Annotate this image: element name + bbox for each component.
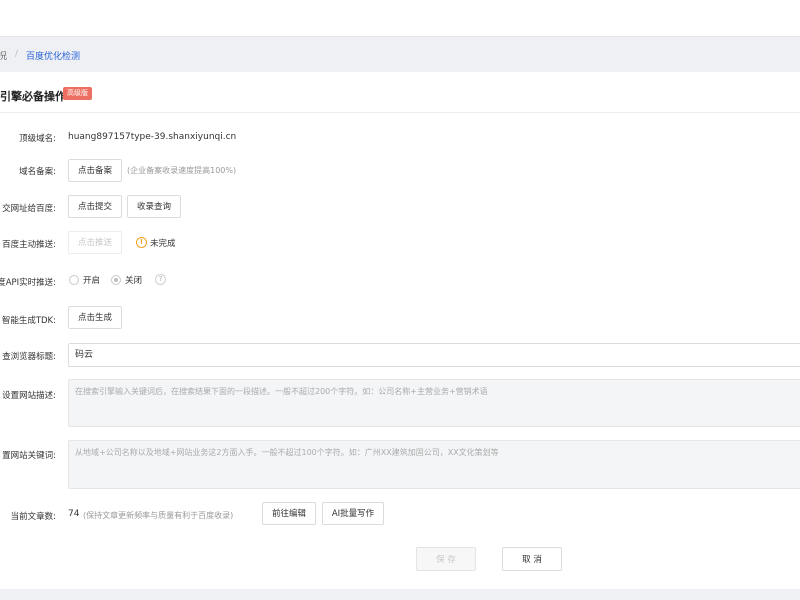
domain-label: 顶级域名: (19, 134, 56, 144)
question-icon[interactable]: ? (155, 274, 166, 285)
site-description-label: 设置网站描述: (2, 391, 56, 401)
push-label: 百度主动推送: (2, 240, 56, 250)
breadcrumb-current: 百度优化检测 (26, 52, 81, 62)
browser-title-label: 查浏览器标题: (2, 352, 56, 362)
push-button[interactable]: 点击推送 (68, 231, 122, 254)
article-count-label: 当前文章数: (10, 512, 56, 522)
filing-label: 域名备案: (19, 167, 56, 177)
article-count-hint: (保持文章更新频率与质量有利于百度收录) (83, 511, 234, 520)
push-status: 未完成 (150, 239, 176, 249)
domain-value: huang897157type-39.shanxiyunqi.cn (68, 132, 237, 142)
site-description-textarea[interactable]: 在搜索引擎输入关键词后，在搜索结果下面的一段描述。一般不超过200个字符。如：公… (68, 379, 800, 427)
site-keywords-textarea[interactable]: 从地域+公司名称以及地域+网站业务这2方面入手。一般不超过100个字符。如：广州… (68, 440, 800, 489)
site-keywords-label: 置网站关键词: (2, 451, 56, 461)
section-title: 引擎必备操作 (0, 90, 66, 103)
api-push-label: 度API实时推送: (0, 278, 56, 288)
breadcrumb-separator: / (15, 49, 19, 59)
filing-button[interactable]: 点击备案 (68, 159, 122, 182)
radio-on-label[interactable]: 开启 (83, 274, 100, 286)
index-query-button[interactable]: 收录查询 (127, 195, 181, 218)
ai-batch-write-button[interactable]: AI批量写作 (322, 502, 384, 525)
version-badge: 高级版 (63, 87, 92, 100)
cancel-button[interactable]: 取 消 (502, 547, 562, 571)
radio-off-label[interactable]: 关闭 (125, 274, 142, 286)
submit-label: 交网址给百度: (2, 204, 56, 214)
radio-off[interactable] (111, 275, 121, 285)
breadcrumb (0, 37, 800, 72)
filing-hint: (企业备案收录速度提高100%) (127, 166, 237, 175)
top-bar (0, 0, 800, 37)
breadcrumb-prev[interactable]: 况 (0, 49, 7, 62)
save-button[interactable]: 保 存 (416, 547, 476, 571)
go-edit-button[interactable]: 前往编辑 (262, 502, 316, 525)
tdk-label: 智能生成TDK: (1, 316, 56, 326)
generate-tdk-button[interactable]: 点击生成 (68, 306, 122, 329)
warning-icon: ! (136, 237, 147, 248)
section-divider (0, 112, 800, 113)
radio-on[interactable] (69, 275, 79, 285)
submit-button[interactable]: 点击提交 (68, 195, 122, 218)
bottom-bar (0, 589, 800, 600)
article-count-value: 74 (68, 509, 80, 519)
browser-title-input[interactable]: 码云 (68, 343, 800, 367)
